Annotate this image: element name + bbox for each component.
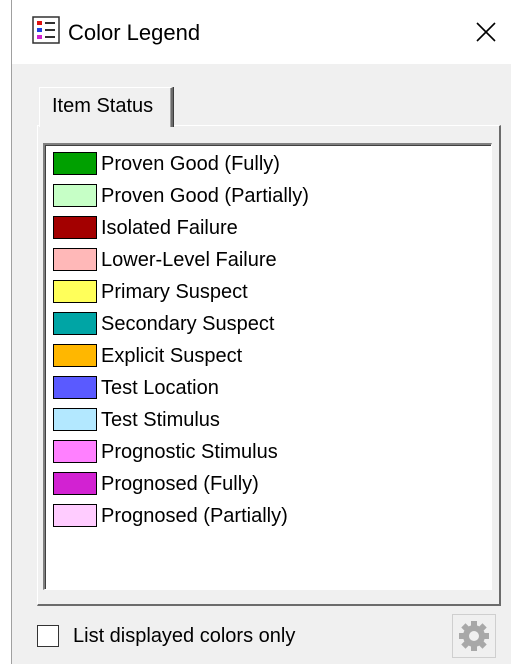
color-legend-app-icon — [32, 16, 60, 44]
legend-item-label: Test Location — [101, 377, 219, 399]
legend-item-label: Lower-Level Failure — [101, 249, 277, 271]
legend-item-proven-good-fully[interactable]: Proven Good (Fully) — [53, 149, 483, 177]
tab-label: Item Status — [52, 95, 154, 117]
legend-item-label: Secondary Suspect — [101, 313, 275, 335]
color-swatch — [53, 472, 97, 495]
legend-item-label: Primary Suspect — [101, 281, 248, 303]
tab-item-status[interactable]: Item Status — [39, 87, 173, 127]
gear-icon — [459, 621, 489, 651]
list-displayed-colors-checkbox[interactable] — [37, 625, 59, 647]
legend-item-label: Isolated Failure — [101, 217, 238, 239]
color-swatch — [53, 376, 97, 399]
title-bar: Color Legend — [12, 0, 511, 64]
legend-item-prognostic-stimulus[interactable]: Prognostic Stimulus — [53, 437, 483, 465]
legend-item-test-stimulus[interactable]: Test Stimulus — [53, 405, 483, 433]
legend-item-label: Proven Good (Partially) — [101, 185, 309, 207]
color-swatch — [53, 280, 97, 303]
tab-panel: Proven Good (Fully) Proven Good (Partial… — [37, 125, 501, 606]
legend-item-primary-suspect[interactable]: Primary Suspect — [53, 277, 483, 305]
legend-item-label: Explicit Suspect — [101, 345, 243, 367]
color-swatch — [53, 248, 97, 271]
color-legend-window: Color Legend Item Status Proven Good (Fu… — [11, 0, 511, 664]
legend-item-isolated-failure[interactable]: Isolated Failure — [53, 213, 483, 241]
color-swatch — [53, 312, 97, 335]
legend-item-proven-good-partially[interactable]: Proven Good (Partially) — [53, 181, 483, 209]
close-icon — [476, 22, 496, 42]
legend-list[interactable]: Proven Good (Fully) Proven Good (Partial… — [43, 143, 492, 590]
close-button[interactable] — [464, 14, 508, 50]
legend-item-prognosed-fully[interactable]: Prognosed (Fully) — [53, 469, 483, 497]
color-swatch — [53, 344, 97, 367]
legend-item-lower-level-failure[interactable]: Lower-Level Failure — [53, 245, 483, 273]
legend-item-label: Prognosed (Partially) — [101, 505, 288, 527]
legend-item-explicit-suspect[interactable]: Explicit Suspect — [53, 341, 483, 369]
legend-item-test-location[interactable]: Test Location — [53, 373, 483, 401]
window-title: Color Legend — [68, 20, 201, 45]
legend-item-label: Prognosed (Fully) — [101, 473, 259, 495]
color-swatch — [53, 184, 97, 207]
list-displayed-colors-label[interactable]: List displayed colors only — [73, 624, 295, 648]
color-swatch — [53, 440, 97, 463]
legend-item-label: Proven Good (Fully) — [101, 153, 280, 175]
legend-item-label: Prognostic Stimulus — [101, 441, 278, 463]
settings-button[interactable] — [452, 614, 496, 658]
color-swatch — [53, 152, 97, 175]
legend-item-label: Test Stimulus — [101, 409, 220, 431]
legend-item-prognosed-partially[interactable]: Prognosed (Partially) — [53, 501, 483, 529]
color-swatch — [53, 504, 97, 527]
legend-item-secondary-suspect[interactable]: Secondary Suspect — [53, 309, 483, 337]
color-swatch — [53, 408, 97, 431]
color-swatch — [53, 216, 97, 239]
